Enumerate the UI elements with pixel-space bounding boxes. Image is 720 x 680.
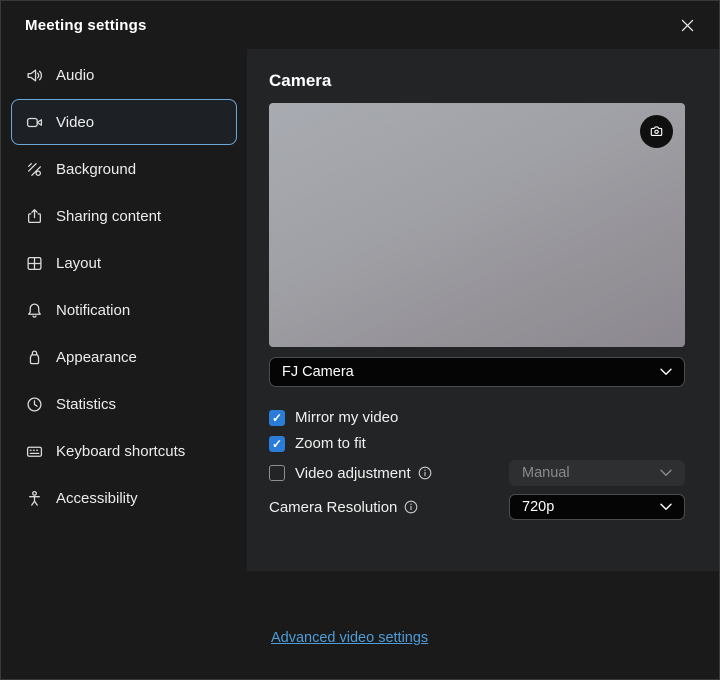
video-settings-panel: Camera FJ Camera Mirror my video: [247, 49, 719, 680]
zoom-to-fit-label: Zoom to fit: [295, 435, 366, 452]
zoom-to-fit-checkbox[interactable]: [269, 436, 285, 452]
camera-resolution-row: Camera Resolution 720p: [269, 494, 685, 520]
zoom-to-fit-row[interactable]: Zoom to fit: [269, 435, 685, 452]
sidebar-item-appearance[interactable]: Appearance: [11, 334, 237, 380]
chevron-down-icon: [660, 368, 672, 376]
sidebar-item-accessibility[interactable]: Accessibility: [11, 475, 237, 521]
info-icon[interactable]: [404, 500, 418, 514]
camera-resolution-value: 720p: [522, 499, 554, 515]
video-adjustment-checkbox[interactable]: [269, 465, 285, 481]
advanced-video-settings-link[interactable]: Advanced video settings: [271, 630, 428, 646]
camera-preview: [269, 103, 685, 347]
sidebar-item-sharing-content[interactable]: Sharing content: [11, 193, 237, 239]
panel-footer: Advanced video settings: [247, 571, 719, 680]
sidebar-item-label: Statistics: [56, 396, 116, 413]
meeting-settings-dialog: Meeting settings Audio Video: [0, 0, 720, 680]
video-adjustment-value: Manual: [522, 465, 570, 481]
appearance-icon: [25, 348, 43, 366]
dialog-title: Meeting settings: [25, 17, 147, 34]
share-icon: [25, 207, 43, 225]
speaker-icon: [25, 66, 43, 84]
video-adjustment-row: Video adjustment Manual: [269, 460, 685, 486]
sidebar-item-label: Appearance: [56, 349, 137, 366]
sidebar-item-label: Accessibility: [56, 490, 138, 507]
background-icon: [25, 160, 43, 178]
mirror-video-row[interactable]: Mirror my video: [269, 409, 685, 426]
camera-resolution-select[interactable]: 720p: [509, 494, 685, 520]
sidebar-item-label: Audio: [56, 67, 94, 84]
mirror-video-label: Mirror my video: [295, 409, 398, 426]
sidebar-item-label: Sharing content: [56, 208, 161, 225]
video-adjustment-select: Manual: [509, 460, 685, 486]
camera-resolution-label: Camera Resolution: [269, 499, 397, 516]
section-heading-camera: Camera: [269, 71, 685, 91]
chevron-down-icon: [660, 469, 672, 477]
camera-device-select[interactable]: FJ Camera: [269, 357, 685, 387]
sidebar-item-label: Notification: [56, 302, 130, 319]
layout-grid-icon: [25, 254, 43, 272]
sidebar-item-audio[interactable]: Audio: [11, 52, 237, 98]
accessibility-icon: [25, 489, 43, 507]
sidebar-item-video[interactable]: Video: [11, 99, 237, 145]
sidebar-item-statistics[interactable]: Statistics: [11, 381, 237, 427]
titlebar: Meeting settings: [1, 1, 719, 49]
sidebar-item-background[interactable]: Background: [11, 146, 237, 192]
chevron-down-icon: [660, 503, 672, 511]
statistics-icon: [25, 395, 43, 413]
bell-icon: [25, 301, 43, 319]
mirror-video-checkbox[interactable]: [269, 410, 285, 426]
sidebar-item-label: Background: [56, 161, 136, 178]
settings-sidebar: Audio Video Background Sharing content: [1, 49, 247, 680]
sidebar-item-notification[interactable]: Notification: [11, 287, 237, 333]
camera-device-value: FJ Camera: [282, 364, 354, 380]
keyboard-icon: [25, 442, 43, 460]
info-icon[interactable]: [418, 466, 432, 480]
sidebar-item-layout[interactable]: Layout: [11, 240, 237, 286]
close-icon[interactable]: [677, 15, 697, 35]
sidebar-item-label: Layout: [56, 255, 101, 272]
flip-camera-button[interactable]: [640, 115, 673, 148]
sidebar-item-keyboard-shortcuts[interactable]: Keyboard shortcuts: [11, 428, 237, 474]
sidebar-item-label: Keyboard shortcuts: [56, 443, 185, 460]
sidebar-item-label: Video: [56, 114, 94, 131]
video-camera-icon: [25, 113, 43, 131]
video-adjustment-label: Video adjustment: [295, 465, 411, 482]
